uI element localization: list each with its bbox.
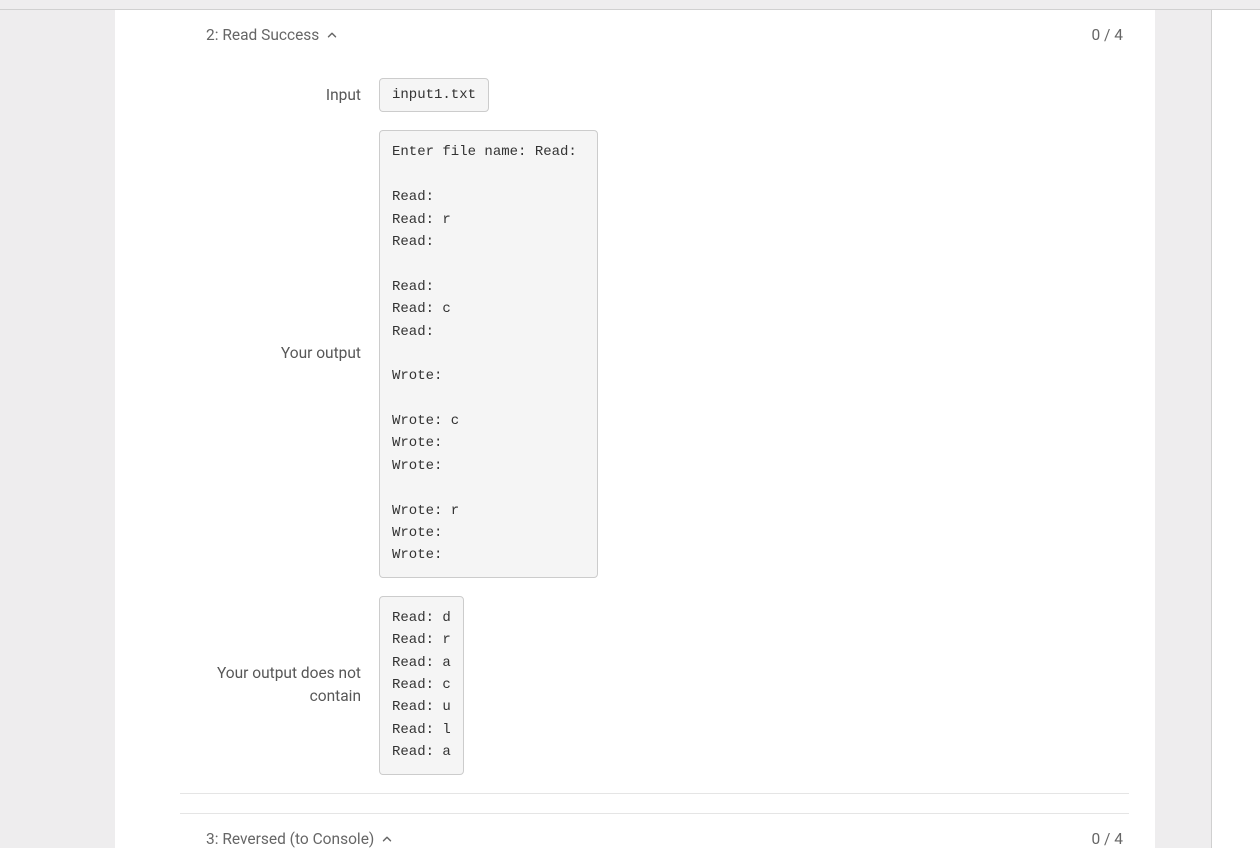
test-results-container: 2: Read Success 0 / 4 Input input1.txt xyxy=(180,10,1129,848)
not-contain-value-wrap: Read: d Read: r Read: a Read: c Read: u … xyxy=(379,596,464,775)
top-strip xyxy=(0,0,1260,10)
your-output-row: Your output Enter file name: Read: Read:… xyxy=(206,130,1129,577)
not-contain-value: Read: d Read: r Read: a Read: c Read: u … xyxy=(379,596,464,775)
chevron-up-icon xyxy=(380,832,394,846)
test-section-3-header[interactable]: 3: Reversed (to Console) 0 / 4 xyxy=(180,814,1129,848)
test-section-3-title-wrap: 3: Reversed (to Console) xyxy=(206,830,394,848)
test-section-3: 3: Reversed (to Console) 0 / 4 xyxy=(180,813,1129,848)
test-section-3-score: 0 / 4 xyxy=(1091,830,1125,848)
not-contain-row: Your output does not contain Read: d Rea… xyxy=(206,596,1129,775)
not-contain-label: Your output does not contain xyxy=(206,662,361,709)
test-section-2-details: Input input1.txt Your output Enter file … xyxy=(180,60,1129,793)
page-root: 2: Read Success 0 / 4 Input input1.txt xyxy=(0,0,1260,848)
right-border xyxy=(1211,10,1212,848)
test-section-3-title: 3: Reversed (to Console) xyxy=(206,830,374,848)
your-output-value-wrap: Enter file name: Read: Read: Read: r Rea… xyxy=(379,130,598,577)
test-section-2: 2: Read Success 0 / 4 Input input1.txt xyxy=(180,10,1129,793)
right-white-margin xyxy=(1211,10,1260,848)
test-section-2-score: 0 / 4 xyxy=(1091,26,1125,44)
test-section-2-title-wrap: 2: Read Success xyxy=(206,26,339,44)
your-output-label: Your output xyxy=(206,342,361,365)
left-gutter xyxy=(0,10,115,848)
section-divider xyxy=(180,793,1129,813)
main-card: 2: Read Success 0 / 4 Input input1.txt xyxy=(115,10,1155,848)
right-gutter xyxy=(1155,10,1211,848)
chevron-up-icon xyxy=(325,28,339,42)
input-value: input1.txt xyxy=(379,78,489,112)
your-output-value: Enter file name: Read: Read: Read: r Rea… xyxy=(379,130,598,577)
input-row: Input input1.txt xyxy=(206,78,1129,112)
test-section-2-header[interactable]: 2: Read Success 0 / 4 xyxy=(180,10,1129,60)
test-section-2-title: 2: Read Success xyxy=(206,26,319,44)
input-label: Input xyxy=(206,84,361,107)
input-value-wrap: input1.txt xyxy=(379,78,489,112)
